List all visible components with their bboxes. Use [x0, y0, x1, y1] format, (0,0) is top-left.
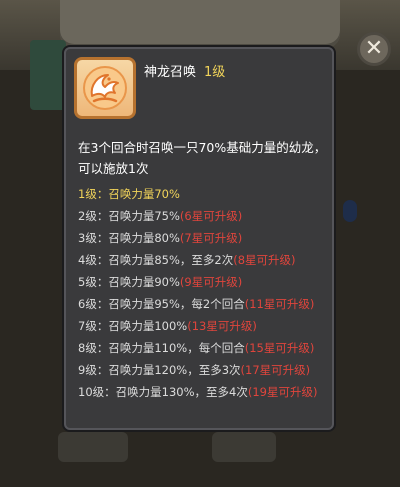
level-row: 2级：召唤力量75%(6星可升级)	[78, 205, 330, 227]
game-screen: ✕ 神龙召唤 1级 在3个回合时召唤一只70%基础力量的幼龙，可以施放1次 1级…	[0, 0, 400, 487]
background-indicator	[343, 200, 357, 222]
level-row: 4级：召唤力量85%，至多2次(8星可升级)	[78, 249, 330, 271]
level-requirement: (8星可升级)	[233, 253, 296, 267]
level-requirement: (17星可升级)	[240, 363, 311, 377]
level-effect: 3级：召唤力量80%	[78, 231, 180, 245]
level-row: 5级：召唤力量90%(9星可升级)	[78, 271, 330, 293]
level-effect: 7级：召唤力量100%	[78, 319, 188, 333]
level-effect: 6级：召唤力量95%，每2个回合	[78, 297, 245, 311]
level-requirement: (13星可升级)	[187, 319, 257, 333]
level-row: 1级：召唤力量70%	[78, 183, 330, 205]
level-effect: 10级：召唤力量130%，至多4次	[78, 385, 248, 399]
level-row: 9级：召唤力量120%，至多3次(17星可升级)	[78, 359, 330, 381]
level-requirement: (6星可升级)	[179, 209, 243, 223]
close-icon: ✕	[364, 36, 384, 61]
level-requirement: (11星可升级)	[244, 297, 315, 311]
level-requirement: (19星可升级)	[247, 385, 318, 399]
level-effect: 8级：召唤力量110%，每个回合	[78, 341, 245, 355]
level-requirement: (7星可升级)	[179, 231, 243, 245]
skill-name: 神龙召唤	[144, 65, 197, 80]
close-button[interactable]: ✕	[357, 32, 391, 66]
skill-tooltip-panel: 神龙召唤 1级 在3个回合时召唤一只70%基础力量的幼龙，可以施放1次 1级：召…	[64, 47, 334, 430]
background-banner	[60, 0, 340, 48]
level-requirement: (9星可升级)	[179, 275, 243, 289]
level-effect: 1级：召唤力量70%	[78, 187, 180, 201]
level-list: 1级：召唤力量70% 2级：召唤力量75%(6星可升级) 3级：召唤力量80%(…	[78, 183, 330, 403]
level-effect: 2级：召唤力量75%	[78, 209, 180, 223]
level-row: 10级：召唤力量130%，至多4次(19星可升级)	[78, 381, 330, 403]
level-effect: 5级：召唤力量90%	[78, 275, 180, 289]
level-requirement: (15星可升级)	[244, 341, 315, 355]
level-row: 3级：召唤力量80%(7星可升级)	[78, 227, 330, 249]
background-card	[30, 40, 66, 110]
skill-description: 在3个回合时召唤一只70%基础力量的幼龙，可以施放1次	[78, 140, 327, 176]
level-row: 6级：召唤力量95%，每2个回合(11星可升级)	[78, 293, 330, 315]
level-row: 7级：召唤力量100%(13星可升级)	[78, 315, 330, 337]
level-effect: 9级：召唤力量120%，至多3次	[78, 363, 241, 377]
background-button-right	[212, 432, 276, 462]
skill-current-level: 1级	[204, 65, 226, 80]
background-button-left	[58, 432, 128, 462]
dragon-summon-icon	[74, 57, 136, 119]
level-effect: 4级：召唤力量85%，至多2次	[78, 253, 234, 267]
level-row: 8级：召唤力量110%，每个回合(15星可升级)	[78, 337, 330, 359]
